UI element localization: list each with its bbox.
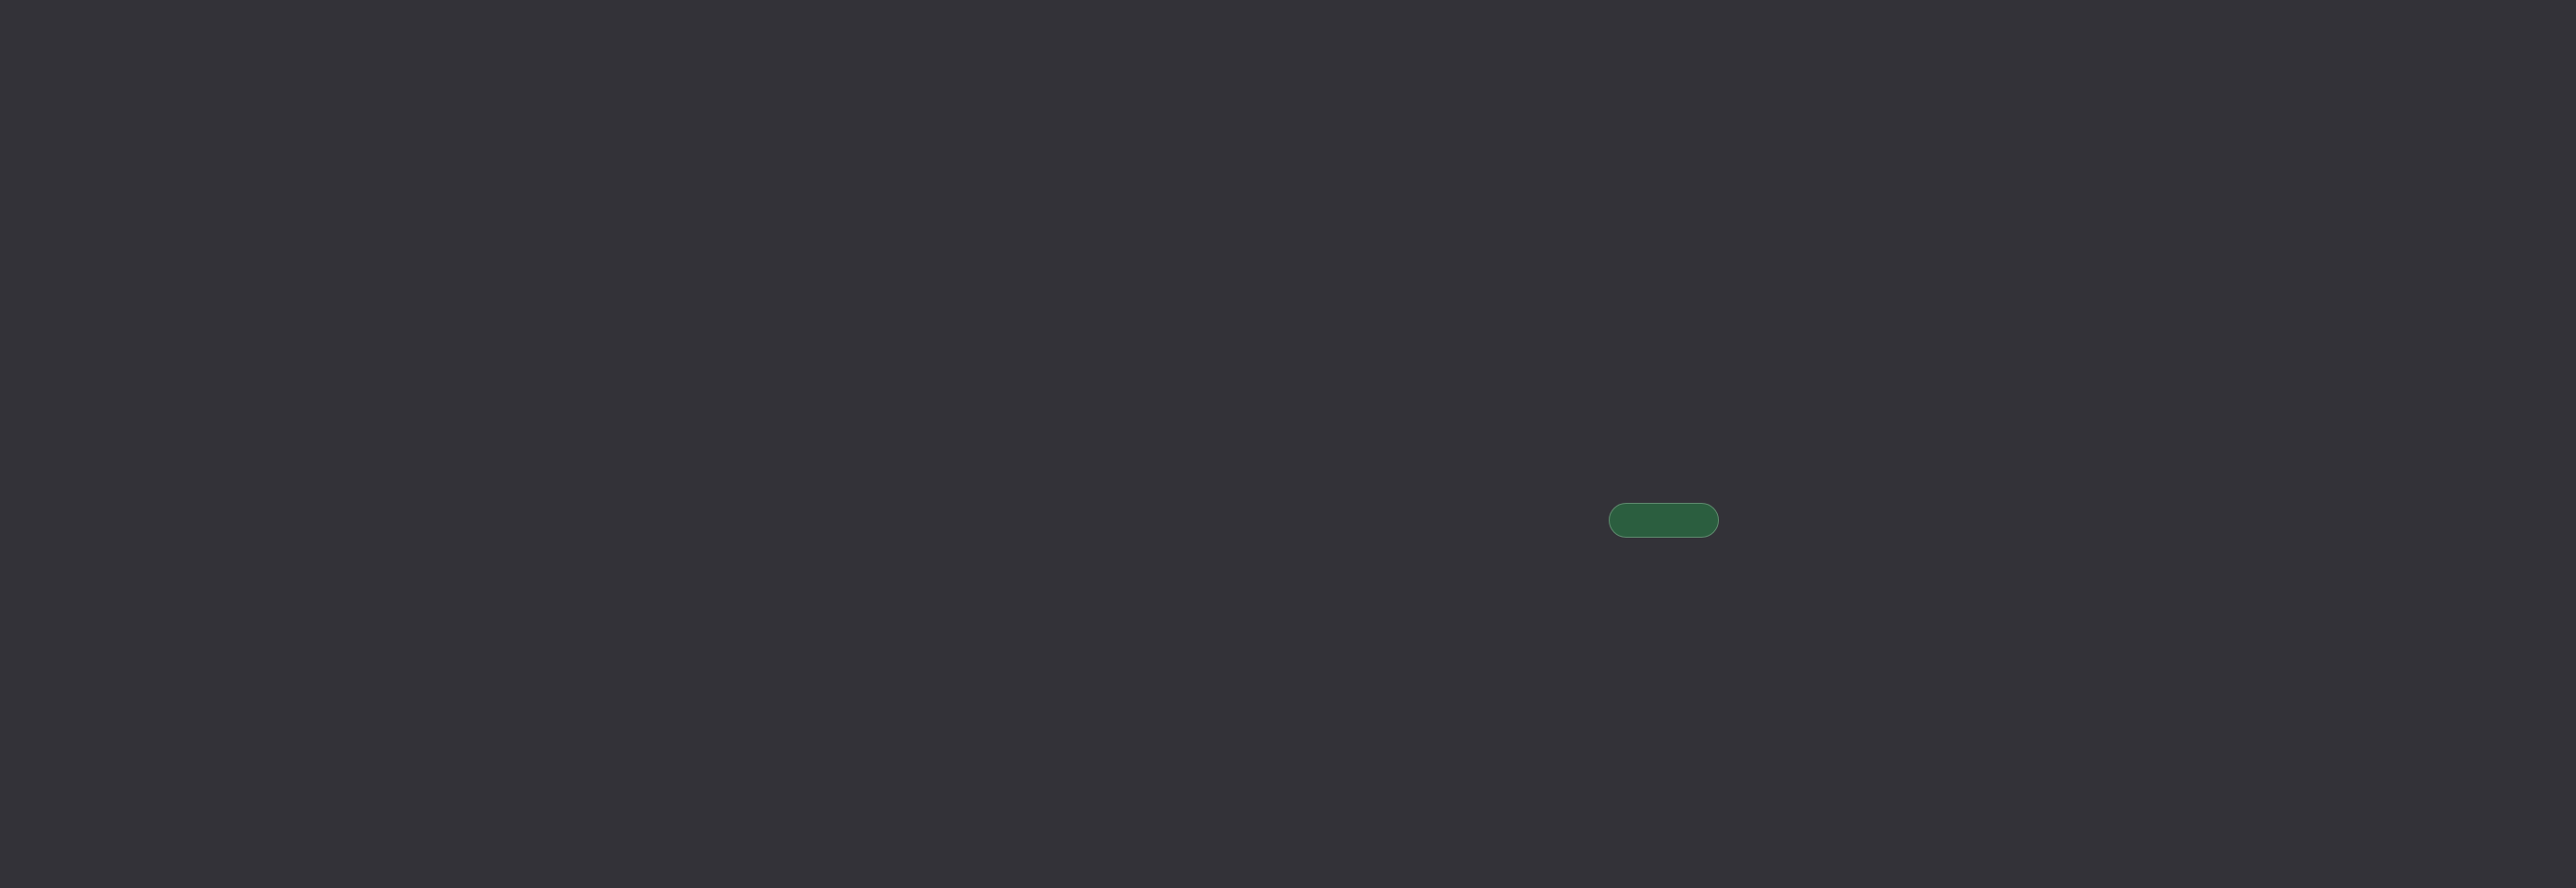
connector-lines xyxy=(0,0,2576,888)
other-spouses-badge[interactable] xyxy=(1609,503,1719,538)
